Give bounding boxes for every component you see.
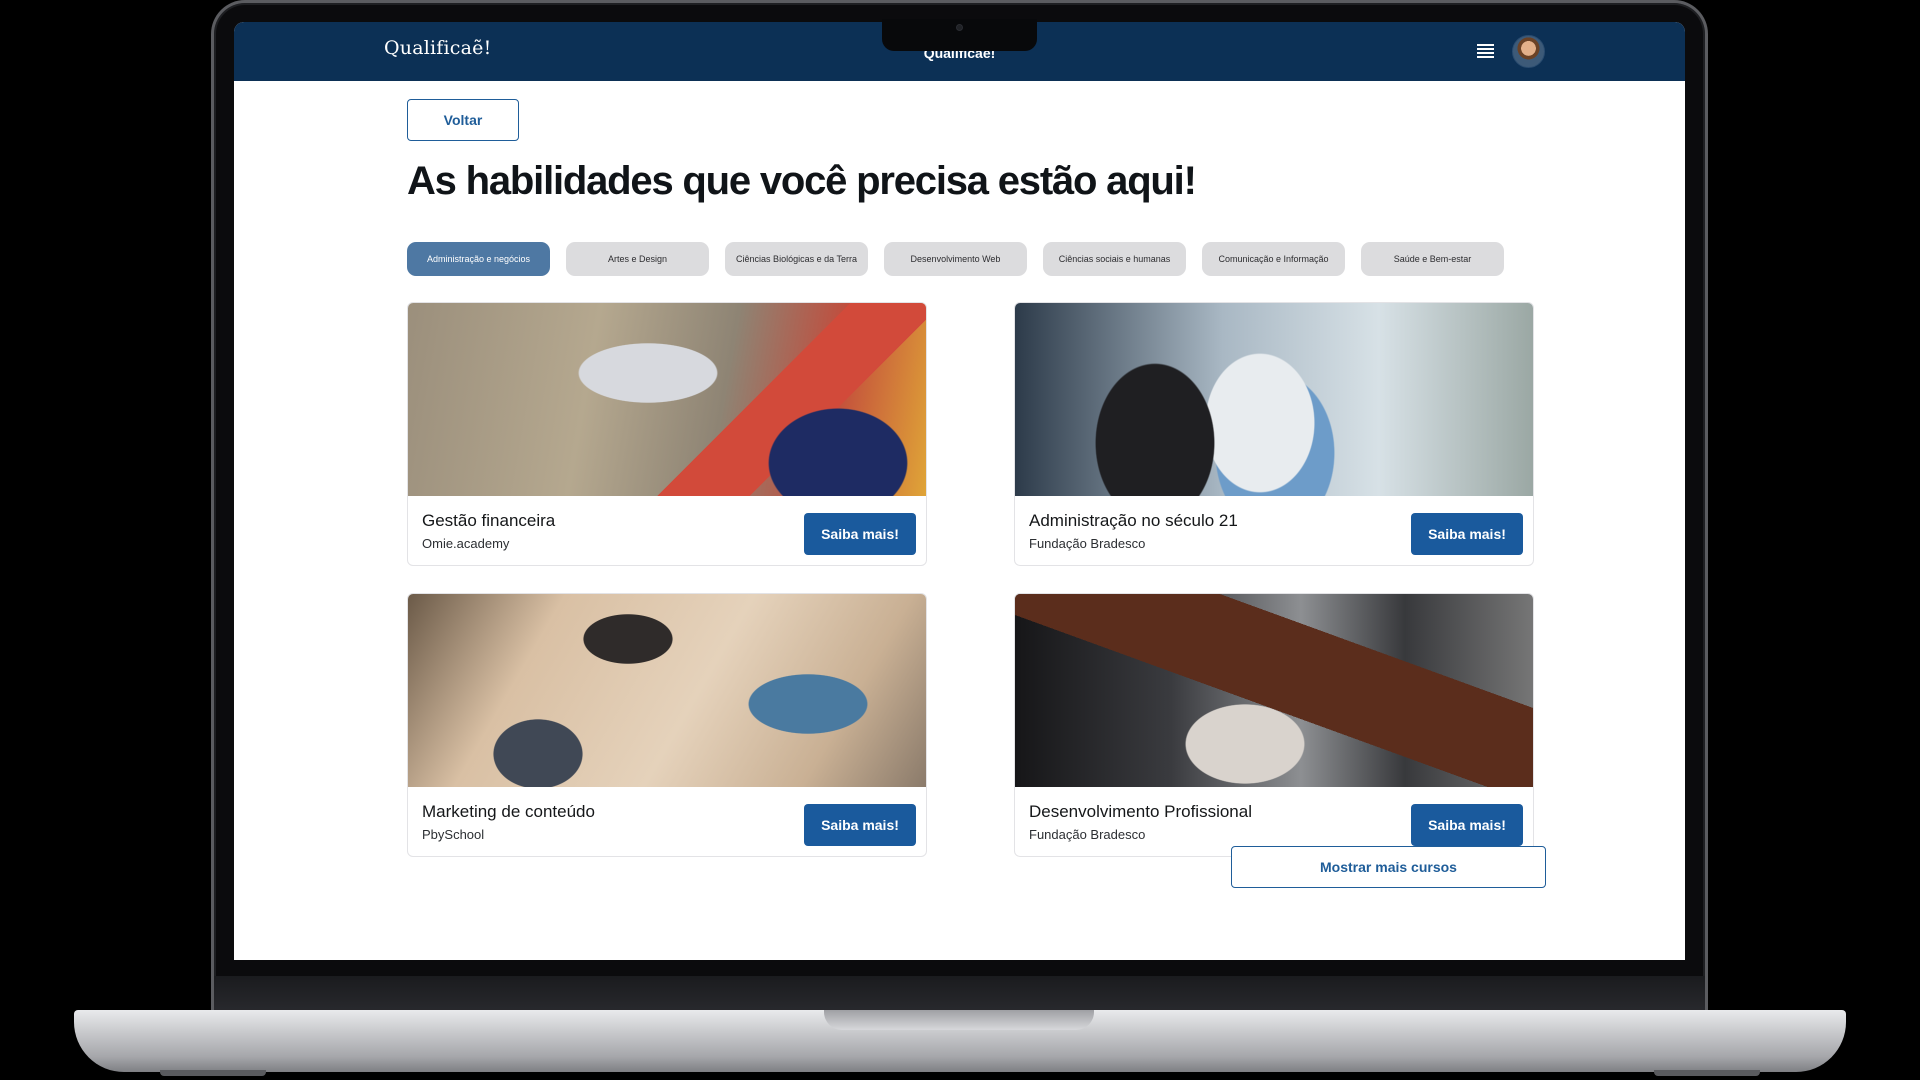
category-chip-ciencias-biologicas[interactable]: Ciências Biológicas e da Terra xyxy=(725,242,868,276)
category-filter-bar: Administração e negócios Artes e Design … xyxy=(407,242,1504,276)
course-image xyxy=(408,303,926,496)
category-chip-comunicacao[interactable]: Comunicação e Informação xyxy=(1202,242,1345,276)
laptop-foot-left xyxy=(160,1070,266,1076)
course-title: Gestão financeira xyxy=(422,511,556,530)
laptop-base-groove xyxy=(824,1010,1094,1030)
course-card: Marketing de conteúdo PbySchool Saiba ma… xyxy=(407,593,927,857)
back-button[interactable]: Voltar xyxy=(407,99,519,141)
course-card: Desenvolvimento Profissional Fundação Br… xyxy=(1014,593,1534,857)
course-title: Marketing de conteúdo xyxy=(422,802,595,821)
course-provider: PbySchool xyxy=(422,827,485,842)
show-more-courses-button[interactable]: Mostrar mais cursos xyxy=(1231,846,1546,888)
course-card: Gestão financeira Omie.academy Saiba mai… xyxy=(407,302,927,566)
learn-more-button[interactable]: Saiba mais! xyxy=(804,804,916,846)
course-title: Desenvolvimento Profissional xyxy=(1029,802,1252,821)
course-title: Administração no século 21 xyxy=(1029,511,1238,530)
camera-notch xyxy=(882,19,1037,51)
course-provider: Fundação Bradesco xyxy=(1029,536,1146,551)
category-chip-ciencias-sociais[interactable]: Ciências sociais e humanas xyxy=(1043,242,1186,276)
course-image xyxy=(408,594,926,787)
laptop-foot-right xyxy=(1654,1070,1760,1076)
category-chip-artes[interactable]: Artes e Design xyxy=(566,242,709,276)
hamburger-menu-icon[interactable] xyxy=(1477,44,1494,58)
course-image xyxy=(1015,594,1533,787)
learn-more-button[interactable]: Saiba mais! xyxy=(804,513,916,555)
course-card: Administração no século 21 Fundação Brad… xyxy=(1014,302,1534,566)
learn-more-button[interactable]: Saiba mais! xyxy=(1411,804,1523,846)
category-chip-desenvolvimento-web[interactable]: Desenvolvimento Web xyxy=(884,242,1027,276)
course-provider: Fundação Bradesco xyxy=(1029,827,1146,842)
app-screen: Qualificaẽ! Qualificae! Voltar As habili… xyxy=(234,22,1685,960)
course-provider: Omie.academy xyxy=(422,536,510,551)
category-chip-administracao[interactable]: Administração e negócios xyxy=(407,242,550,276)
course-image xyxy=(1015,303,1533,496)
camera-icon xyxy=(956,24,963,31)
page-title: As habilidades que você precisa estão aq… xyxy=(407,159,1197,203)
user-avatar[interactable] xyxy=(1512,35,1545,68)
learn-more-button[interactable]: Saiba mais! xyxy=(1411,513,1523,555)
category-chip-saude[interactable]: Saúde e Bem-estar xyxy=(1361,242,1504,276)
